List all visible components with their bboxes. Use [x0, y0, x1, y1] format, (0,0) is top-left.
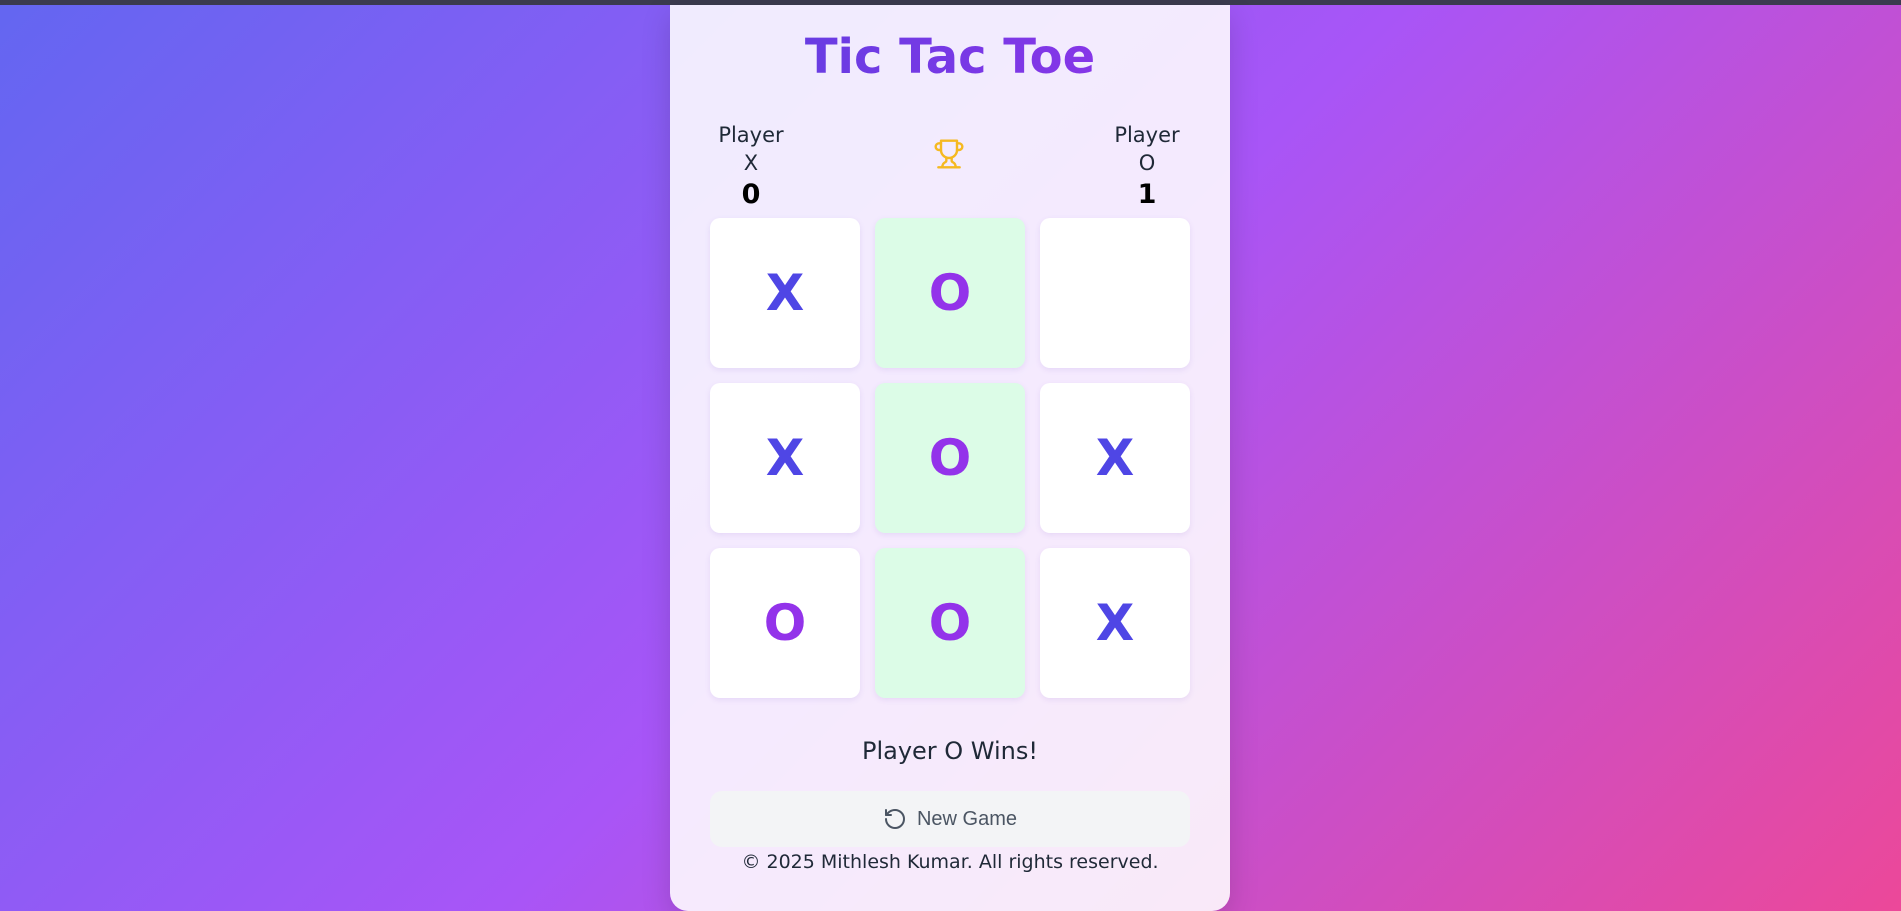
player-x-name: Player X — [718, 123, 784, 175]
player-x-score: 0 — [741, 179, 761, 210]
game-status: Player O Wins! — [861, 737, 1039, 765]
rotate-ccw-icon — [883, 807, 907, 831]
new-game-label: New Game — [916, 807, 1018, 830]
board-cell-3[interactable] — [1040, 218, 1190, 368]
game-title: Tic Tac Toe — [670, 27, 1230, 87]
player-x-score-panel: Player X 0 — [710, 121, 792, 213]
trophy-icon — [933, 136, 965, 172]
board-cell-5[interactable]: O — [875, 383, 1025, 533]
board-cell-2[interactable]: O — [875, 218, 1025, 368]
new-game-button[interactable]: New Game — [710, 791, 1190, 847]
copyright-footer: © 2025 Mithlesh Kumar. All rights reserv… — [741, 851, 1159, 873]
player-o-name: Player O — [1114, 123, 1180, 175]
board-cell-6[interactable]: X — [1040, 383, 1190, 533]
board-cell-8[interactable]: O — [875, 548, 1025, 698]
board-cell-1[interactable]: X — [710, 218, 860, 368]
board-cell-4[interactable]: X — [710, 383, 860, 533]
game-card: Tic Tac Toe Player X 0 Player O 1 X O X … — [670, 5, 1230, 911]
game-board: X O X O X O O X — [710, 218, 1190, 698]
player-o-score-panel: Player O 1 — [1104, 121, 1190, 213]
board-cell-7[interactable]: O — [710, 548, 860, 698]
player-o-score: 1 — [1137, 179, 1157, 210]
board-cell-9[interactable]: X — [1040, 548, 1190, 698]
